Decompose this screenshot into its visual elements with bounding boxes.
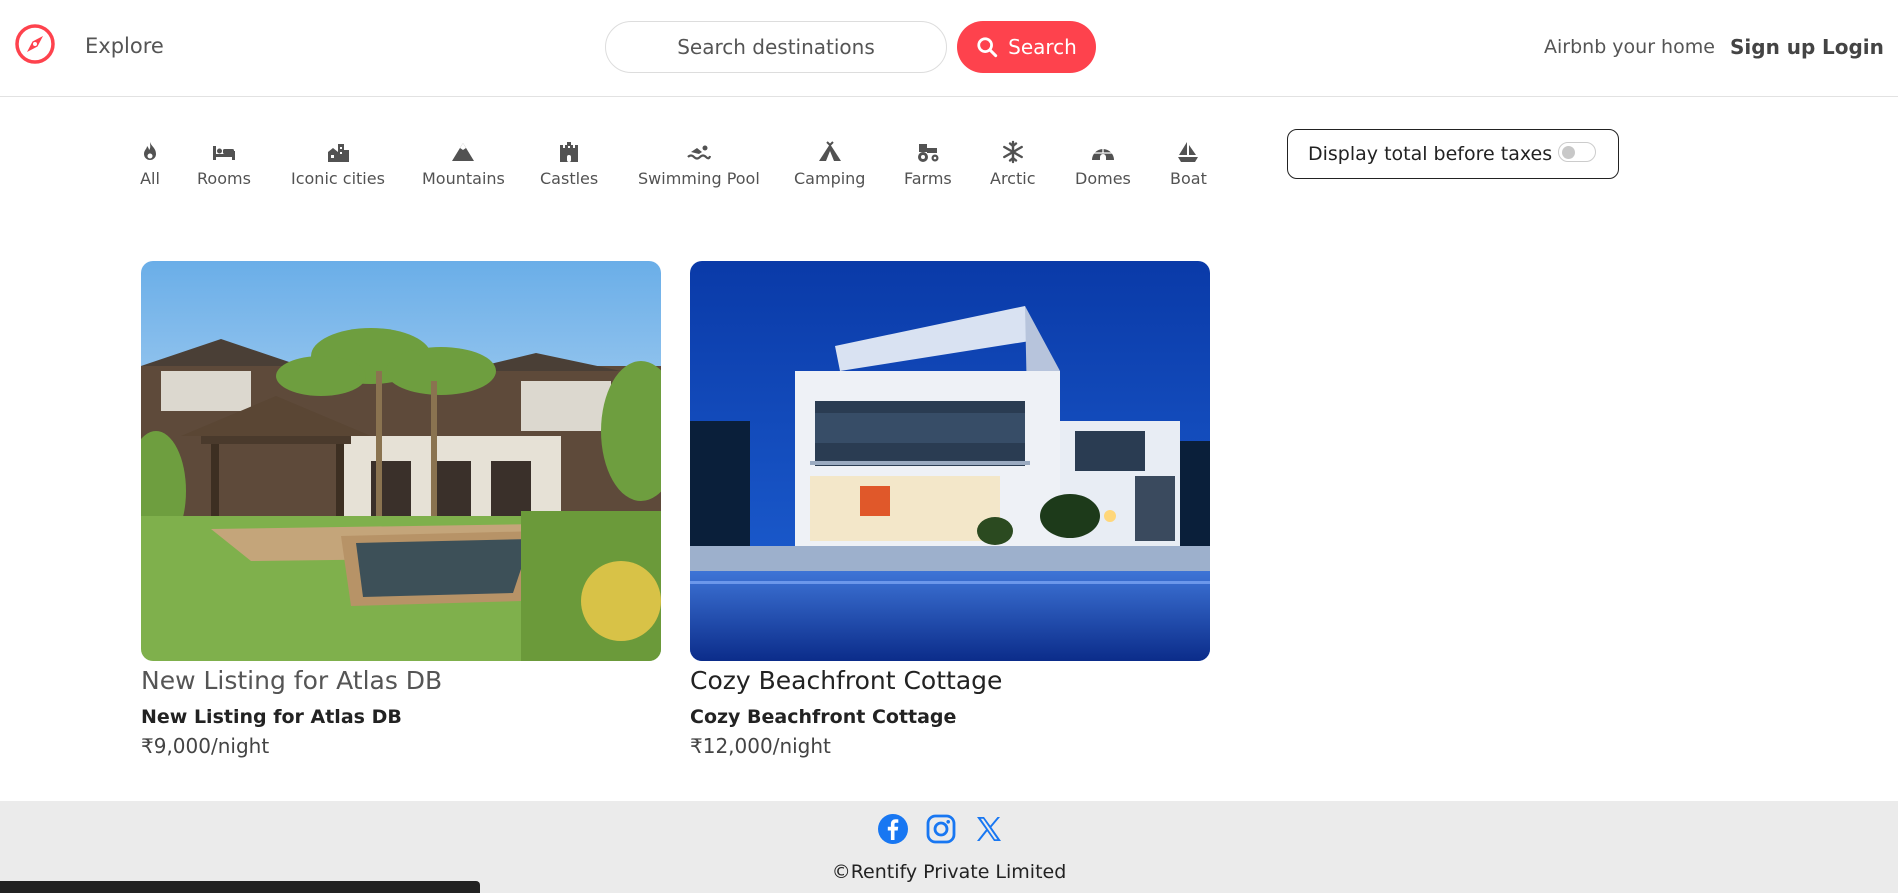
filter-label: Rooms <box>197 169 251 188</box>
filter-mountains[interactable]: Mountains <box>422 140 505 188</box>
search-input[interactable] <box>605 21 947 73</box>
swimmer-icon <box>687 145 711 160</box>
filter-label: Boat <box>1170 169 1207 188</box>
listing-card[interactable]: Cozy Beachfront Cottage Cozy Beachfront … <box>690 261 1210 758</box>
filter-farms[interactable]: Farms <box>904 140 952 188</box>
filter-label: Camping <box>794 169 866 188</box>
facebook-icon[interactable] <box>877 813 909 845</box>
filter-domes[interactable]: Domes <box>1075 140 1131 188</box>
filter-rooms[interactable]: Rooms <box>197 140 251 188</box>
fire-icon <box>144 142 156 160</box>
nav-signup-link[interactable]: Sign up <box>1730 35 1815 59</box>
status-bar-url <box>0 881 480 893</box>
tax-toggle-switch[interactable] <box>1558 142 1596 162</box>
x-icon[interactable] <box>973 813 1005 845</box>
castle-icon <box>560 142 579 162</box>
filter-arctic[interactable]: Arctic <box>990 140 1035 188</box>
listing-price: ₹12,000/night <box>690 734 831 758</box>
listing-image[interactable] <box>141 261 661 661</box>
filter-label: Swimming Pool <box>638 169 760 188</box>
instagram-icon[interactable] <box>925 813 957 845</box>
listing-heading: Cozy Beachfront Cottage <box>690 666 1003 695</box>
filter-castles[interactable]: Castles <box>540 140 598 188</box>
search-icon <box>977 37 998 58</box>
tax-toggle[interactable]: Display total before taxes <box>1287 129 1619 179</box>
tax-toggle-knob <box>1562 146 1575 159</box>
listing-image[interactable] <box>690 261 1210 661</box>
filter-label: Iconic cities <box>291 169 385 188</box>
listing-heading: New Listing for Atlas DB <box>141 666 443 695</box>
filter-label: Farms <box>904 169 952 188</box>
filter-camping[interactable]: Camping <box>794 140 865 188</box>
filter-iconic-cities[interactable]: Iconic cities <box>291 140 385 188</box>
listing-title: New Listing for Atlas DB <box>141 706 402 728</box>
snowflake-icon <box>1002 140 1023 164</box>
nav-explore-link[interactable]: Explore <box>85 34 164 58</box>
filter-label: Castles <box>540 169 599 188</box>
search-button-label: Search <box>1008 35 1077 59</box>
bed-icon <box>212 146 235 160</box>
sailboat-icon <box>1178 142 1199 162</box>
listing-card[interactable]: New Listing for Atlas DB New Listing for… <box>141 261 661 758</box>
filter-label: Arctic <box>990 169 1036 188</box>
footer: ©Rentify Private Limited <box>0 801 1898 893</box>
nav-host-link[interactable]: Airbnb your home <box>1544 36 1715 58</box>
listing-title: Cozy Beachfront Cottage <box>690 706 957 728</box>
tax-toggle-label: Display total before taxes <box>1308 143 1553 165</box>
city-icon <box>327 144 349 162</box>
search-button[interactable]: Search <box>957 21 1096 73</box>
filter-label: Domes <box>1075 169 1131 188</box>
tractor-icon <box>917 144 939 162</box>
navbar: Explore Search Airbnb your home Sign up … <box>0 0 1898 97</box>
filter-label: Mountains <box>422 169 505 188</box>
filter-label: All <box>140 169 160 188</box>
mountain-icon <box>452 143 475 161</box>
listing-price: ₹9,000/night <box>141 734 270 758</box>
tent-icon <box>818 141 841 161</box>
filter-swimming-pool[interactable]: Swimming Pool <box>638 140 760 188</box>
filter-all[interactable]: All <box>138 140 162 188</box>
filter-boat[interactable]: Boat <box>1170 140 1207 188</box>
compass-icon[interactable] <box>14 23 56 65</box>
copyright-text: ©Rentify Private Limited <box>831 861 1067 883</box>
igloo-icon <box>1091 147 1114 160</box>
nav-login-link[interactable]: Login <box>1822 35 1884 59</box>
